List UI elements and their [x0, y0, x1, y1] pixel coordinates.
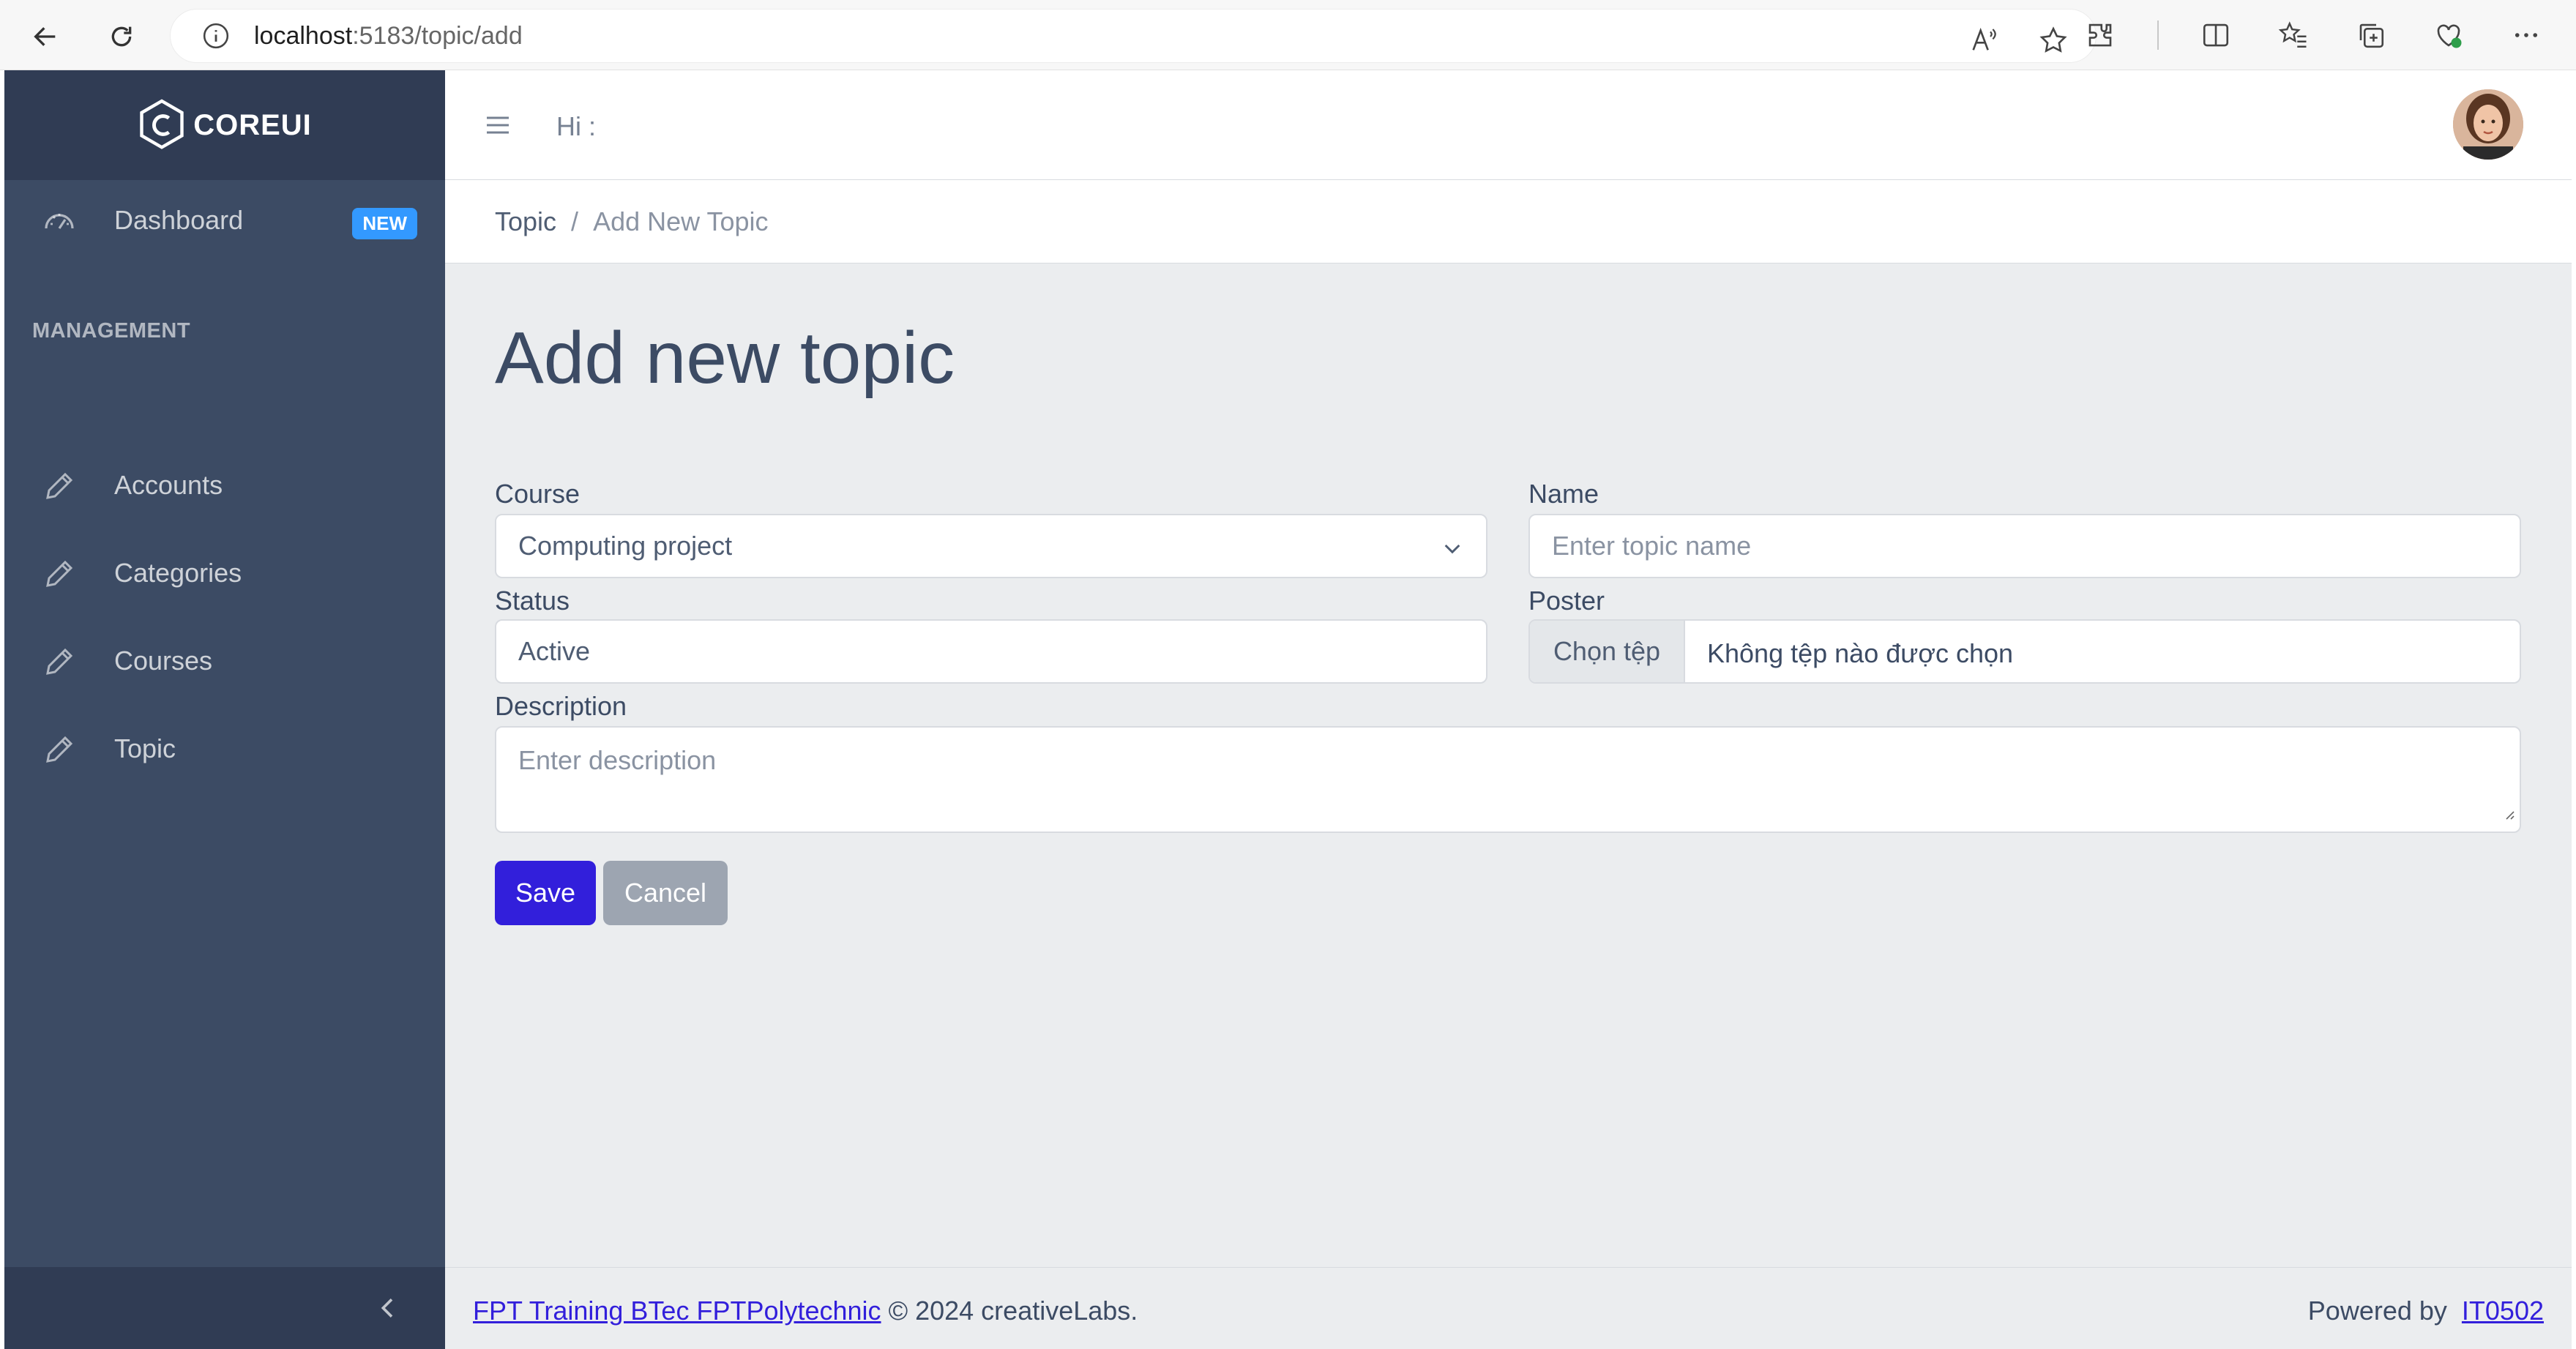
status-value: Active [518, 636, 591, 666]
page-title: Add new topic [495, 317, 955, 399]
browser-essentials-icon[interactable] [2428, 15, 2469, 56]
sidebar-item-label: Dashboard [114, 205, 244, 235]
poster-label: Poster [1528, 586, 1605, 616]
file-status-text: Không tệp nào được chọn [1707, 638, 2014, 668]
pencil-icon [41, 644, 78, 679]
pencil-icon [41, 468, 78, 504]
pencil-icon [41, 732, 78, 767]
brand-name: COREUI [193, 108, 312, 141]
header: Hi : [445, 70, 2572, 180]
sidebar: COREUI Dashboard NEW MANAGEMENT Accounts… [4, 70, 445, 1349]
split-screen-icon[interactable] [2195, 15, 2236, 56]
name-label: Name [1528, 479, 1599, 509]
description-textarea[interactable]: Enter description [495, 726, 2521, 833]
address-bar[interactable]: localhost:5183/topic/add [170, 9, 2097, 63]
read-aloud-icon[interactable] [1963, 20, 2004, 61]
breadcrumb-topic-link[interactable]: Topic [495, 206, 556, 237]
footer-right: Powered by IT0502 [2308, 1296, 2544, 1326]
breadcrumb: Topic / Add New Topic [445, 180, 2572, 264]
status-input[interactable]: Active [495, 619, 1487, 684]
sidebar-item-label: Courses [114, 646, 213, 676]
breadcrumb-current: Add New Topic [593, 206, 769, 236]
sidebar-item-label: Categories [114, 558, 242, 588]
coreui-logo-icon [140, 99, 184, 149]
site-info-icon[interactable] [200, 20, 232, 52]
cancel-button[interactable]: Cancel [603, 861, 728, 925]
poster-file-input[interactable]: Chọn tệp Không tệp nào được chọn [1528, 619, 2521, 684]
content-wrapper: Hi : Topic / Add New Topic Add new topic [445, 70, 2572, 1349]
footer: FPT Training BTec FPTPolytechnic © 2024 … [445, 1267, 2572, 1349]
speedometer-icon [41, 203, 78, 239]
breadcrumb-separator: / [571, 206, 579, 236]
description-label: Description [495, 691, 627, 721]
favorites-icon[interactable] [2273, 15, 2314, 56]
footer-left: FPT Training BTec FPTPolytechnic © 2024 … [473, 1296, 1138, 1326]
greeting-text: Hi : [556, 111, 596, 141]
copyright-text: © 2024 creativeLabs. [888, 1296, 1138, 1326]
hamburger-menu-icon[interactable] [483, 111, 512, 143]
sidebar-item-topic[interactable]: Topic [4, 709, 445, 789]
sidebar-item-categories[interactable]: Categories [4, 533, 445, 613]
sidebar-item-accounts[interactable]: Accounts [4, 445, 445, 526]
sidebar-item-courses[interactable]: Courses [4, 621, 445, 701]
back-icon[interactable] [25, 16, 66, 57]
course-selected-value: Computing project [518, 531, 733, 561]
resize-grip-icon[interactable] [2501, 796, 2515, 827]
save-button[interactable]: Save [495, 861, 596, 925]
pencil-icon [41, 556, 78, 591]
avatar[interactable] [2453, 89, 2523, 160]
collections-icon[interactable] [2351, 15, 2392, 56]
course-select[interactable]: Computing project [495, 514, 1487, 578]
name-placeholder: Enter topic name [1552, 531, 1752, 561]
extensions-icon[interactable] [2080, 15, 2121, 56]
sidebar-item-dashboard[interactable]: Dashboard NEW [4, 180, 445, 261]
url-text: localhost:5183/topic/add [254, 21, 523, 50]
org-link[interactable]: FPT Training BTec FPTPolytechnic [473, 1296, 881, 1326]
new-badge: NEW [352, 208, 417, 239]
status-label: Status [495, 586, 570, 616]
chevron-left-icon[interactable] [373, 1293, 403, 1326]
more-options-icon[interactable] [2506, 15, 2547, 56]
choose-file-button[interactable]: Chọn tệp [1530, 621, 1685, 682]
name-input[interactable]: Enter topic name [1528, 514, 2521, 578]
browser-toolbar: localhost:5183/topic/add [0, 0, 2576, 70]
sidebar-brand[interactable]: COREUI [4, 70, 445, 180]
reload-icon[interactable] [101, 16, 142, 57]
powered-by-text: Powered by [2307, 1296, 2447, 1326]
nav-section-title: MANAGEMENT [32, 319, 191, 343]
favorite-star-icon[interactable] [2033, 20, 2074, 61]
toolbar-divider [2157, 20, 2159, 50]
powered-by-link[interactable]: IT0502 [2462, 1296, 2544, 1326]
description-placeholder: Enter description [518, 745, 717, 775]
sidebar-item-label: Topic [114, 733, 176, 763]
chevron-down-icon [1441, 536, 1464, 567]
course-label: Course [495, 479, 580, 509]
sidebar-item-label: Accounts [114, 470, 223, 500]
sidebar-toggler[interactable] [4, 1267, 445, 1349]
app-shell: COREUI Dashboard NEW MANAGEMENT Accounts… [4, 70, 2572, 1349]
